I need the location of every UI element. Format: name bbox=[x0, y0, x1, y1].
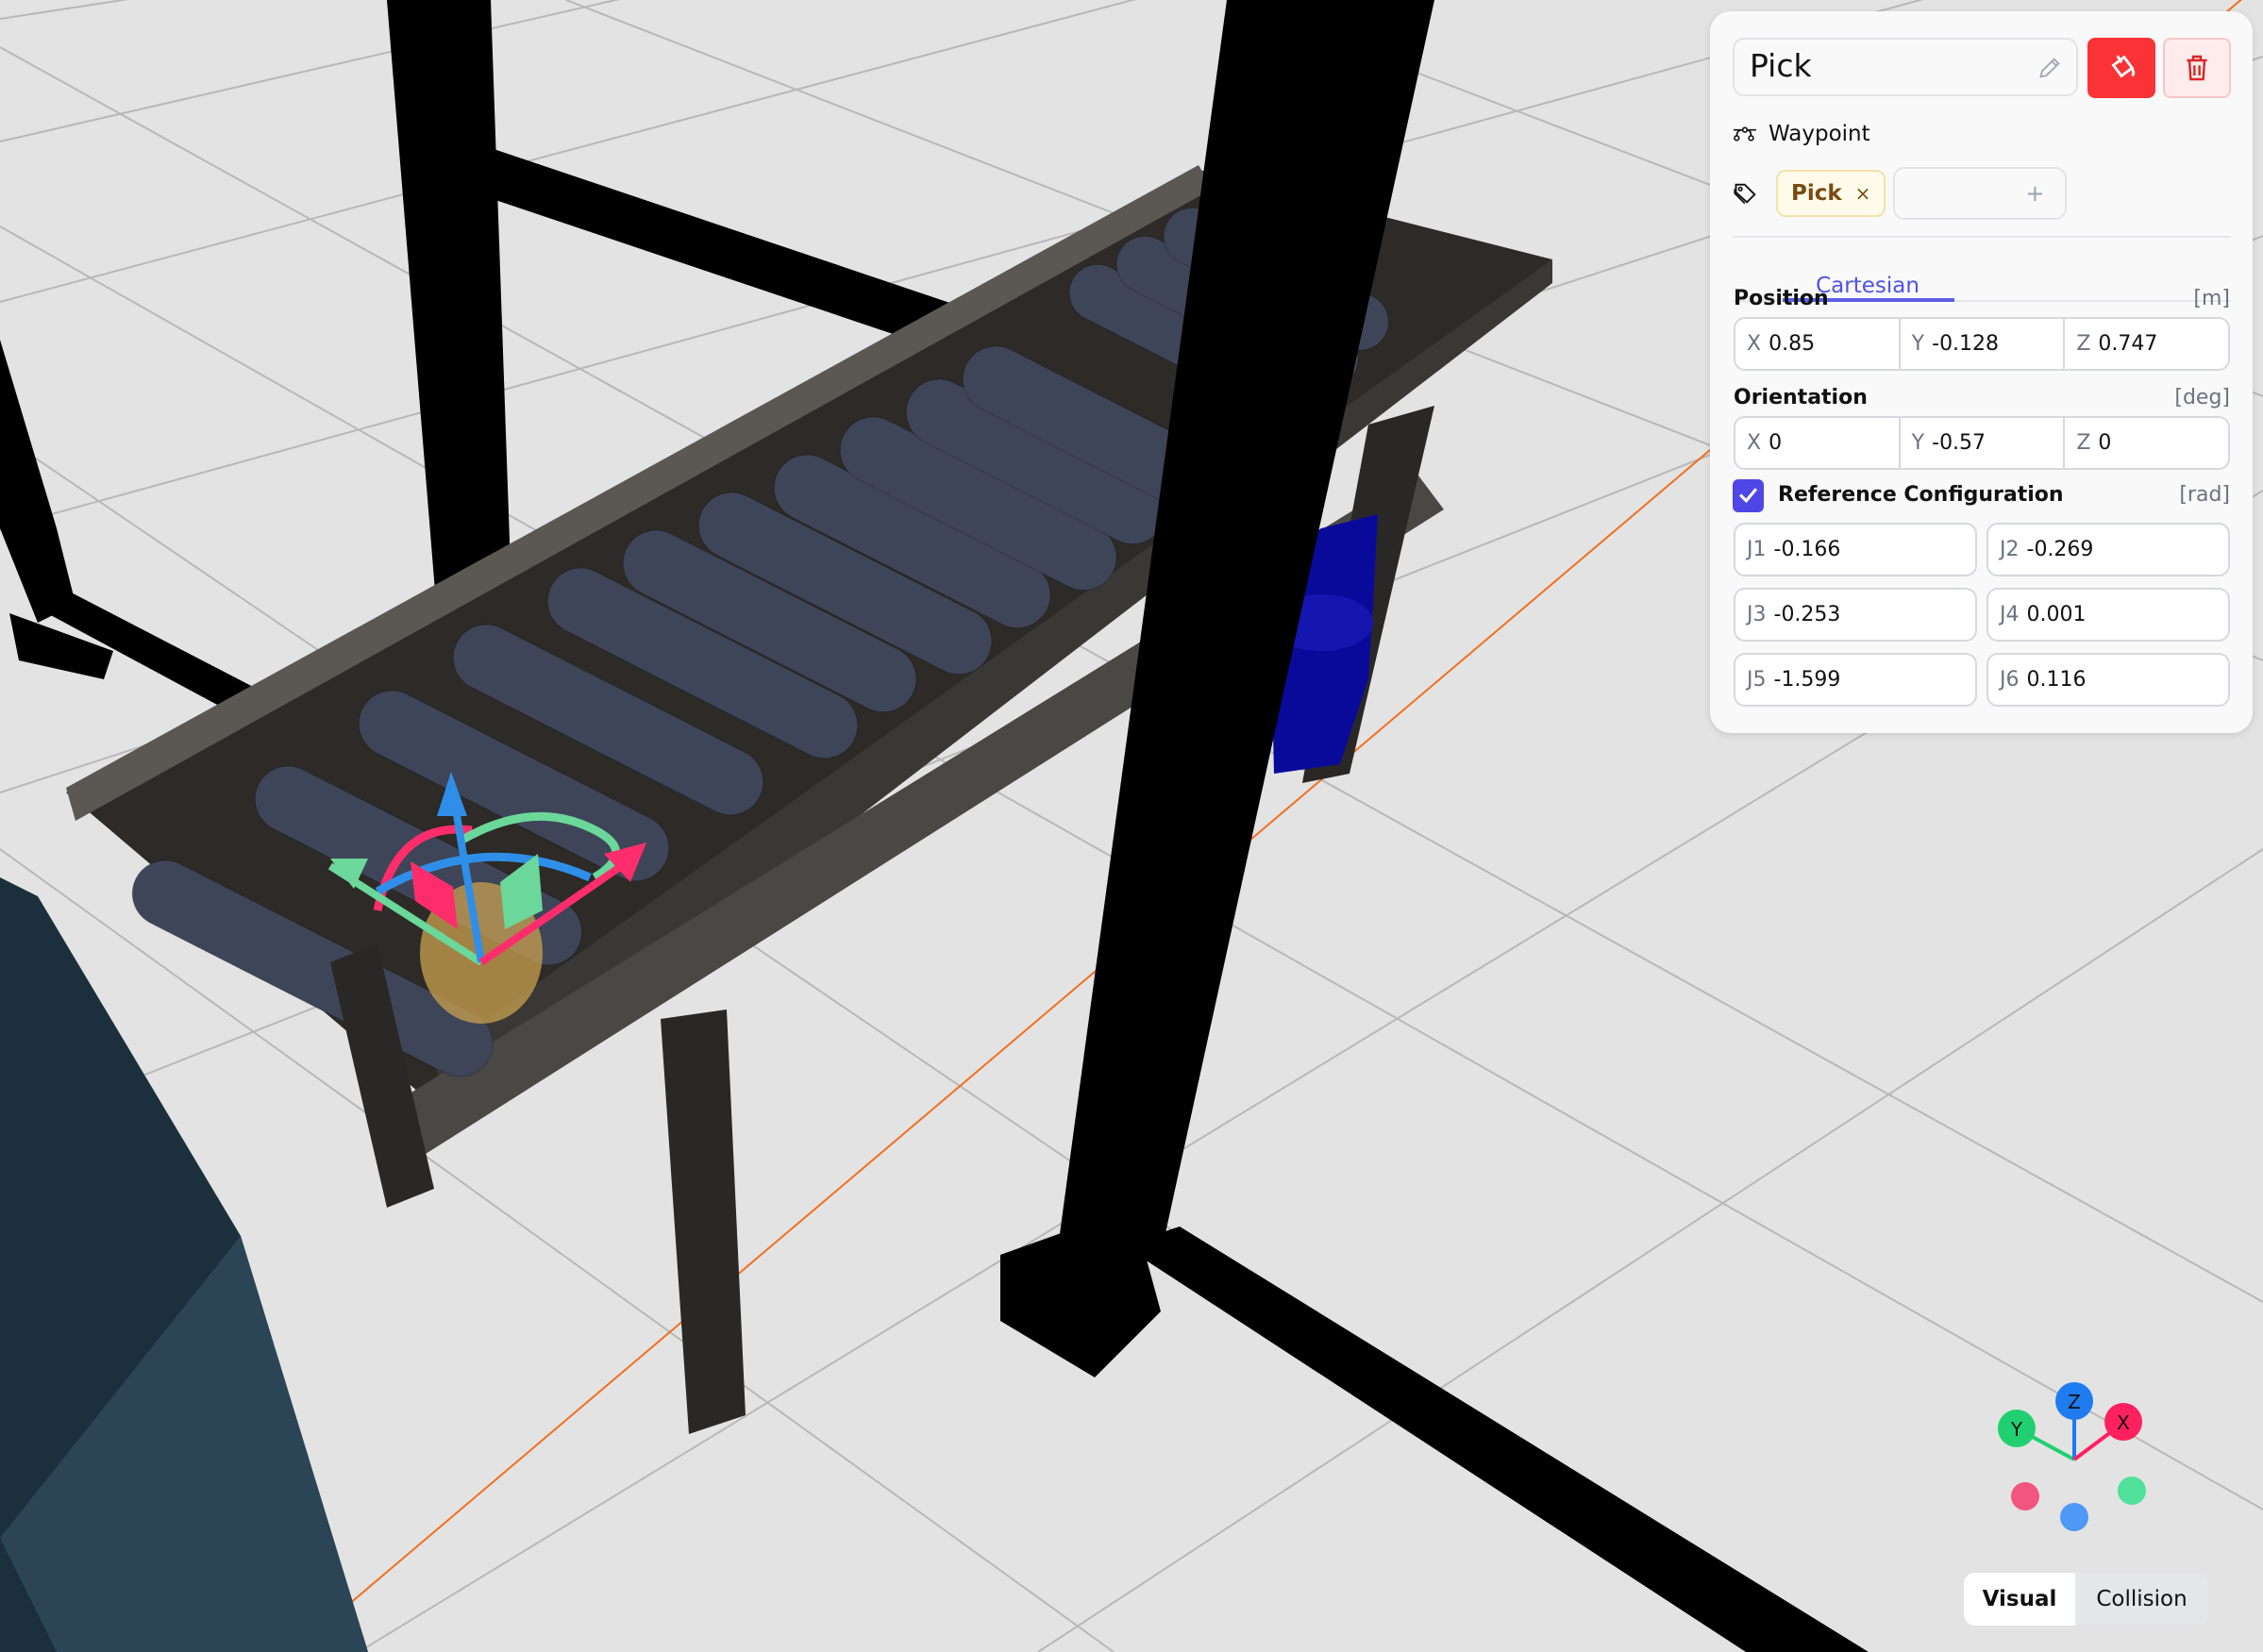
reference-config-checkbox[interactable] bbox=[1733, 479, 1764, 512]
orientation-y-value: -0.57 bbox=[1932, 431, 1986, 455]
orientation-x-field[interactable]: X0 bbox=[1735, 418, 1901, 468]
axis-label: Y bbox=[1911, 431, 1925, 455]
collision-view-button[interactable]: Collision bbox=[2075, 1573, 2208, 1626]
tag-chip: Pick × bbox=[1776, 170, 1886, 217]
waypoint-path-icon bbox=[1734, 126, 1756, 142]
tag-remove-icon[interactable]: × bbox=[1855, 182, 1871, 205]
tag-label: Pick bbox=[1791, 181, 1842, 206]
waypoint-type: Waypoint bbox=[1733, 117, 1870, 151]
tags-icon bbox=[1734, 183, 1756, 205]
joint-label: J5 bbox=[1747, 668, 1767, 692]
joint-j6-field[interactable]: J6 0.116 bbox=[1986, 653, 2230, 707]
paint-bucket-icon bbox=[2111, 55, 2136, 78]
position-z-value: 0.747 bbox=[2098, 332, 2158, 356]
visual-view-button[interactable]: Visual bbox=[1964, 1573, 2075, 1626]
joint-j2-field[interactable]: J2 -0.269 bbox=[1986, 523, 2230, 576]
joint-label: J1 bbox=[1747, 538, 1767, 561]
position-x-value: 0.85 bbox=[1768, 332, 1816, 356]
orientation-unit: [deg] bbox=[2174, 386, 2230, 409]
position-y-value: -0.128 bbox=[1932, 332, 2000, 356]
axis-label: Z bbox=[2076, 332, 2091, 356]
orientation-z-field[interactable]: Z0 bbox=[2065, 418, 2228, 468]
x-axis-label: X bbox=[2117, 1411, 2130, 1434]
reference-config-label: Reference Configuration bbox=[1778, 483, 2064, 507]
joint-label: J4 bbox=[2000, 603, 2020, 626]
color-button[interactable] bbox=[2087, 38, 2155, 98]
joint-j5-field[interactable]: J5 -1.599 bbox=[1734, 653, 1977, 707]
neg-z-axis-ball[interactable] bbox=[2060, 1503, 2088, 1531]
position-z-field[interactable]: Z 0.747 bbox=[2065, 319, 2228, 369]
axis-label: Z bbox=[2076, 431, 2091, 455]
position-unit: [m] bbox=[2193, 287, 2230, 310]
waypoint-panel: Pick Waypoint Pick × + Cartesian Joint P… bbox=[1710, 11, 2253, 733]
tab-joint[interactable]: Joint bbox=[2243, 274, 2263, 298]
joint-value: -0.269 bbox=[2026, 538, 2094, 561]
joint-value: 0.001 bbox=[2026, 603, 2087, 626]
waypoint-name-input[interactable]: Pick bbox=[1733, 38, 2078, 96]
check-icon bbox=[1738, 488, 1758, 503]
joint-label: J6 bbox=[2000, 668, 2020, 692]
orientation-y-field[interactable]: Y -0.57 bbox=[1901, 418, 2066, 468]
joint-j4-field[interactable]: J4 0.001 bbox=[1986, 588, 2230, 642]
joint-value: -1.599 bbox=[1773, 668, 1841, 692]
divider bbox=[1733, 236, 2231, 238]
joint-value: 0.116 bbox=[2026, 668, 2087, 692]
pencil-icon[interactable] bbox=[2037, 55, 2063, 81]
orientation-x-value: 0 bbox=[1768, 431, 1783, 455]
tag-row: Pick × + bbox=[1733, 166, 2068, 221]
position-x-field[interactable]: X 0.85 bbox=[1735, 319, 1901, 369]
axis-label: Y bbox=[1911, 332, 1925, 356]
position-fields: X 0.85 Y -0.128 Z 0.747 bbox=[1734, 317, 2230, 371]
orientation-label: Orientation bbox=[1734, 386, 1868, 409]
axis-label: X bbox=[1747, 431, 1762, 455]
orientation-fields: X0 Y -0.57 Z0 bbox=[1734, 416, 2230, 470]
joint-j1-field[interactable]: J1 -0.166 bbox=[1734, 523, 1977, 576]
position-label: Position bbox=[1734, 287, 1829, 310]
neg-x-axis-ball[interactable] bbox=[2011, 1482, 2039, 1510]
plus-icon[interactable]: + bbox=[2025, 180, 2044, 207]
joint-label: J2 bbox=[2000, 538, 2020, 561]
joint-label: J3 bbox=[1747, 603, 1767, 626]
joint-j3-field[interactable]: J3 -0.253 bbox=[1734, 588, 1977, 642]
joint-value: -0.253 bbox=[1773, 603, 1841, 626]
y-axis-label: Y bbox=[2010, 1418, 2023, 1441]
add-tag-input[interactable]: + bbox=[1893, 167, 2068, 220]
neg-y-axis-ball[interactable] bbox=[2118, 1477, 2146, 1505]
view-mode-toggle: Visual Collision bbox=[1964, 1573, 2208, 1626]
delete-button[interactable] bbox=[2163, 38, 2231, 98]
waypoint-type-label: Waypoint bbox=[1768, 122, 1870, 146]
view-axis-gizmo[interactable]: Y Z X bbox=[1972, 1368, 2180, 1538]
z-axis-label: Z bbox=[2068, 1391, 2081, 1413]
position-y-field[interactable]: Y -0.128 bbox=[1901, 319, 2066, 369]
joint-value: -0.166 bbox=[1773, 538, 1841, 561]
reference-config-unit: [rad] bbox=[2179, 483, 2230, 507]
trash-icon bbox=[2187, 55, 2207, 81]
waypoint-name: Pick bbox=[1750, 47, 1812, 84]
axis-label: X bbox=[1747, 332, 1762, 356]
orientation-z-value: 0 bbox=[2098, 431, 2112, 455]
